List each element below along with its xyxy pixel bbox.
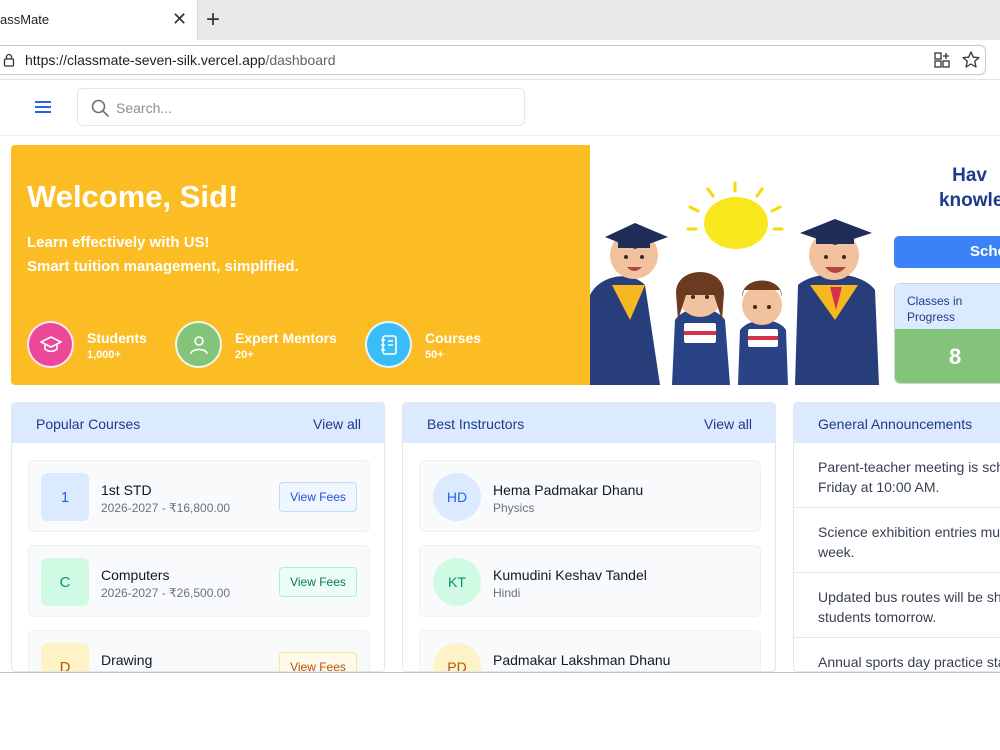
announcement-item: Updated bus routes will be sh students t… <box>794 573 1000 638</box>
graduation-cap-icon <box>27 321 74 368</box>
stat-label: Courses <box>425 330 482 346</box>
announcement-item: Science exhibition entries mus week. <box>794 508 1000 573</box>
view-all-courses-link[interactable]: View all <box>313 416 361 432</box>
search-box <box>77 88 525 126</box>
welcome-heading: Welcome, Sid! <box>27 179 239 214</box>
notebook-icon <box>365 321 412 368</box>
announcement-item: Annual sports day practice sta <box>794 638 1000 671</box>
stat-label: Students <box>87 330 147 346</box>
url-path: /dashboard <box>265 52 336 68</box>
classes-in-progress-card: Classes in Progress 8 <box>894 283 1000 384</box>
announcement-item: Parent-teacher meeting is sch Friday at … <box>794 443 1000 508</box>
instructor-subject: Physics <box>493 501 535 515</box>
classes-in-progress-body: 8 <box>895 329 1000 383</box>
search-input[interactable] <box>116 98 506 118</box>
user-icon <box>175 321 222 368</box>
avatar: HD <box>433 473 481 521</box>
lock-icon[interactable] <box>2 53 16 67</box>
tagline-primary: Learn effectively with US! <box>27 234 210 251</box>
avatar: KT <box>433 558 481 606</box>
instructor-subject: Hindi <box>493 586 521 600</box>
browser-tab[interactable]: assMate ✕ <box>0 0 198 40</box>
search-icon <box>91 99 109 117</box>
close-icon[interactable]: ✕ <box>172 8 187 30</box>
instructor-name: Kumudini Keshav Tandel <box>493 567 647 583</box>
star-icon[interactable] <box>961 50 981 70</box>
panel-header: Popular Courses View all <box>12 403 384 443</box>
course-card: D Drawing View Fees <box>28 630 370 671</box>
course-badge: 1 <box>41 473 89 521</box>
welcome-banner: Welcome, Sid! Learn effectively with US!… <box>11 145 590 385</box>
instructor-card[interactable]: KT Kumudini Keshav Tandel Hindi <box>419 545 761 617</box>
panel-title: Best Instructors <box>427 416 525 432</box>
browser-tab-bar: assMate ✕ + <box>0 0 1000 40</box>
panel-title: Popular Courses <box>36 416 141 432</box>
announcement-text: Parent-teacher meeting is sch Friday at … <box>818 459 1000 495</box>
course-card: C Computers 2026-2027 - ₹26,500.00 View … <box>28 545 370 617</box>
announcements-panel: General Announcements Parent-teacher mee… <box>793 402 1000 672</box>
avatar: PD <box>433 643 481 671</box>
stat-value: 1,000+ <box>87 349 121 361</box>
course-badge: C <box>41 558 89 606</box>
instructor-card[interactable]: PD Padmakar Lakshman Dhanu <box>419 630 761 671</box>
promo-heading-line2: knowled <box>938 190 1000 211</box>
hamburger-menu-icon[interactable] <box>34 99 52 115</box>
stat-label: Expert Mentors <box>235 330 337 346</box>
instructor-name: Padmakar Lakshman Dhanu <box>493 652 671 668</box>
course-name: Computers <box>101 567 170 583</box>
promo-heading-line1: Hav <box>952 165 987 186</box>
announcement-text: Updated bus routes will be sh students t… <box>818 589 1000 625</box>
popular-courses-panel: Popular Courses View all 1 1st STD 2026-… <box>11 402 385 672</box>
schedule-button[interactable]: Sche <box>894 236 1000 268</box>
browser-url-bar: https://classmate-seven-silk.vercel.app/… <box>0 40 1000 80</box>
announcement-text: Annual sports day practice sta <box>818 654 1000 670</box>
url-text[interactable]: https://classmate-seven-silk.vercel.app/… <box>25 52 336 68</box>
view-fees-button[interactable]: View Fees <box>279 482 357 512</box>
view-all-instructors-link[interactable]: View all <box>704 416 752 432</box>
classes-in-progress-value: 8 <box>949 344 962 369</box>
course-badge: D <box>41 643 89 671</box>
tab-title: assMate <box>0 12 50 27</box>
new-tab-icon[interactable]: + <box>206 6 220 34</box>
announcement-text: Science exhibition entries mus week. <box>818 524 1000 560</box>
course-meta: 2026-2027 - ₹16,800.00 <box>101 501 231 515</box>
panel-header: General Announcements <box>794 403 1000 443</box>
promo-heading: Hav knowled <box>894 163 1000 213</box>
stat-value: 50+ <box>425 349 444 361</box>
url-host: https://classmate-seven-silk.vercel.app <box>25 52 266 68</box>
classes-in-progress-header: Classes in Progress <box>895 284 1000 329</box>
instructor-name: Hema Padmakar Dhanu <box>493 482 644 498</box>
app-header <box>0 80 1000 136</box>
instructor-card[interactable]: HD Hema Padmakar Dhanu Physics <box>419 460 761 532</box>
panel-title: General Announcements <box>818 416 973 432</box>
blank-area <box>0 672 1000 750</box>
view-fees-button[interactable]: View Fees <box>279 567 357 597</box>
classes-in-progress-label: Classes in Progress <box>907 294 963 324</box>
course-name: 1st STD <box>101 482 152 498</box>
promo-column: Hav knowled Sche Classes in Progress 8 <box>879 145 1000 385</box>
tagline-secondary: Smart tuition management, simplified. <box>27 258 299 275</box>
course-meta: 2026-2027 - ₹26,500.00 <box>101 586 231 600</box>
best-instructors-panel: Best Instructors View all HD Hema Padmak… <box>402 402 776 672</box>
app-grid-icon[interactable] <box>933 51 951 69</box>
view-fees-button[interactable]: View Fees <box>279 652 357 671</box>
stat-value: 20+ <box>235 349 254 361</box>
course-name: Drawing <box>101 652 153 668</box>
graduates-illustration <box>590 145 879 385</box>
course-card: 1 1st STD 2026-2027 - ₹16,800.00 View Fe… <box>28 460 370 532</box>
panel-header: Best Instructors View all <box>403 403 775 443</box>
